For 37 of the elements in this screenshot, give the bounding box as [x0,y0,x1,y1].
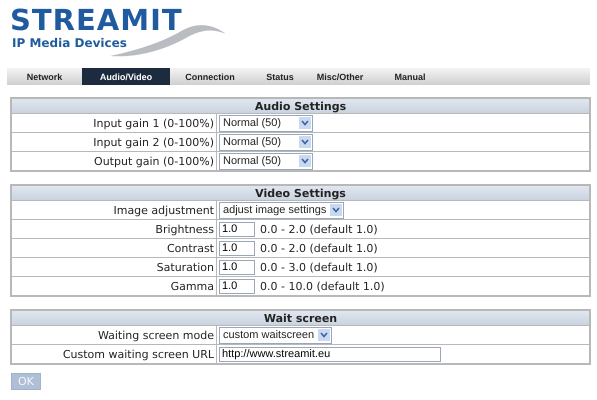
field-label: Image adjustment [11,200,216,220]
url-field[interactable]: http://www.streamit.eu [219,346,441,362]
input-field[interactable]: 1.0 [219,278,255,294]
chevron-down-icon [299,136,311,148]
chevron-down-icon [299,155,311,167]
field-label: Contrast [11,238,216,258]
section-header: Video Settings [11,185,590,200]
range-hint: 0.0 - 2.0 (default 1.0) [260,222,378,236]
chevron-down-icon [330,204,342,216]
dropdown[interactable]: custom waitscreen [219,326,332,344]
chevron-down-icon [318,329,330,341]
section-header: Audio Settings [11,98,590,114]
nav-tab[interactable]: Audio/Video [82,68,170,85]
section-header: Wait screen [11,310,590,326]
range-hint: 0.0 - 3.0 (default 1.0) [260,260,378,274]
nav-tab[interactable]: Connection [170,68,250,85]
field-label: Brightness [11,220,216,238]
field-label: Waiting screen mode [11,326,216,344]
dropdown[interactable]: Normal (50) [219,114,313,132]
dropdown[interactable]: Normal (50) [219,152,313,170]
field-label: Input gain 2 (0-100%) [11,132,216,152]
nav-tab[interactable]: Status [250,68,310,85]
nav-tab[interactable]: Manual [370,68,450,85]
dropdown[interactable]: Normal (50) [219,134,313,150]
chevron-down-icon [299,117,311,129]
dropdown[interactable]: adjust image settings [219,202,344,218]
field-label: Input gain 1 (0-100%) [11,114,216,132]
nav-tab[interactable]: Misc/Other [310,68,370,85]
field-label: Saturation [11,258,216,276]
input-field[interactable]: 1.0 [219,240,255,256]
range-hint: 0.0 - 2.0 (default 1.0) [260,242,378,254]
range-hint: 0.0 - 10.0 (default 1.0) [260,280,385,292]
nav-tab[interactable]: Network [7,68,82,85]
input-field[interactable]: 1.0 [219,222,255,236]
logo-brand: STREAMIT [10,4,183,36]
logo-tagline: IP Media Devices [12,36,127,51]
input-field[interactable]: 1.0 [219,260,255,274]
